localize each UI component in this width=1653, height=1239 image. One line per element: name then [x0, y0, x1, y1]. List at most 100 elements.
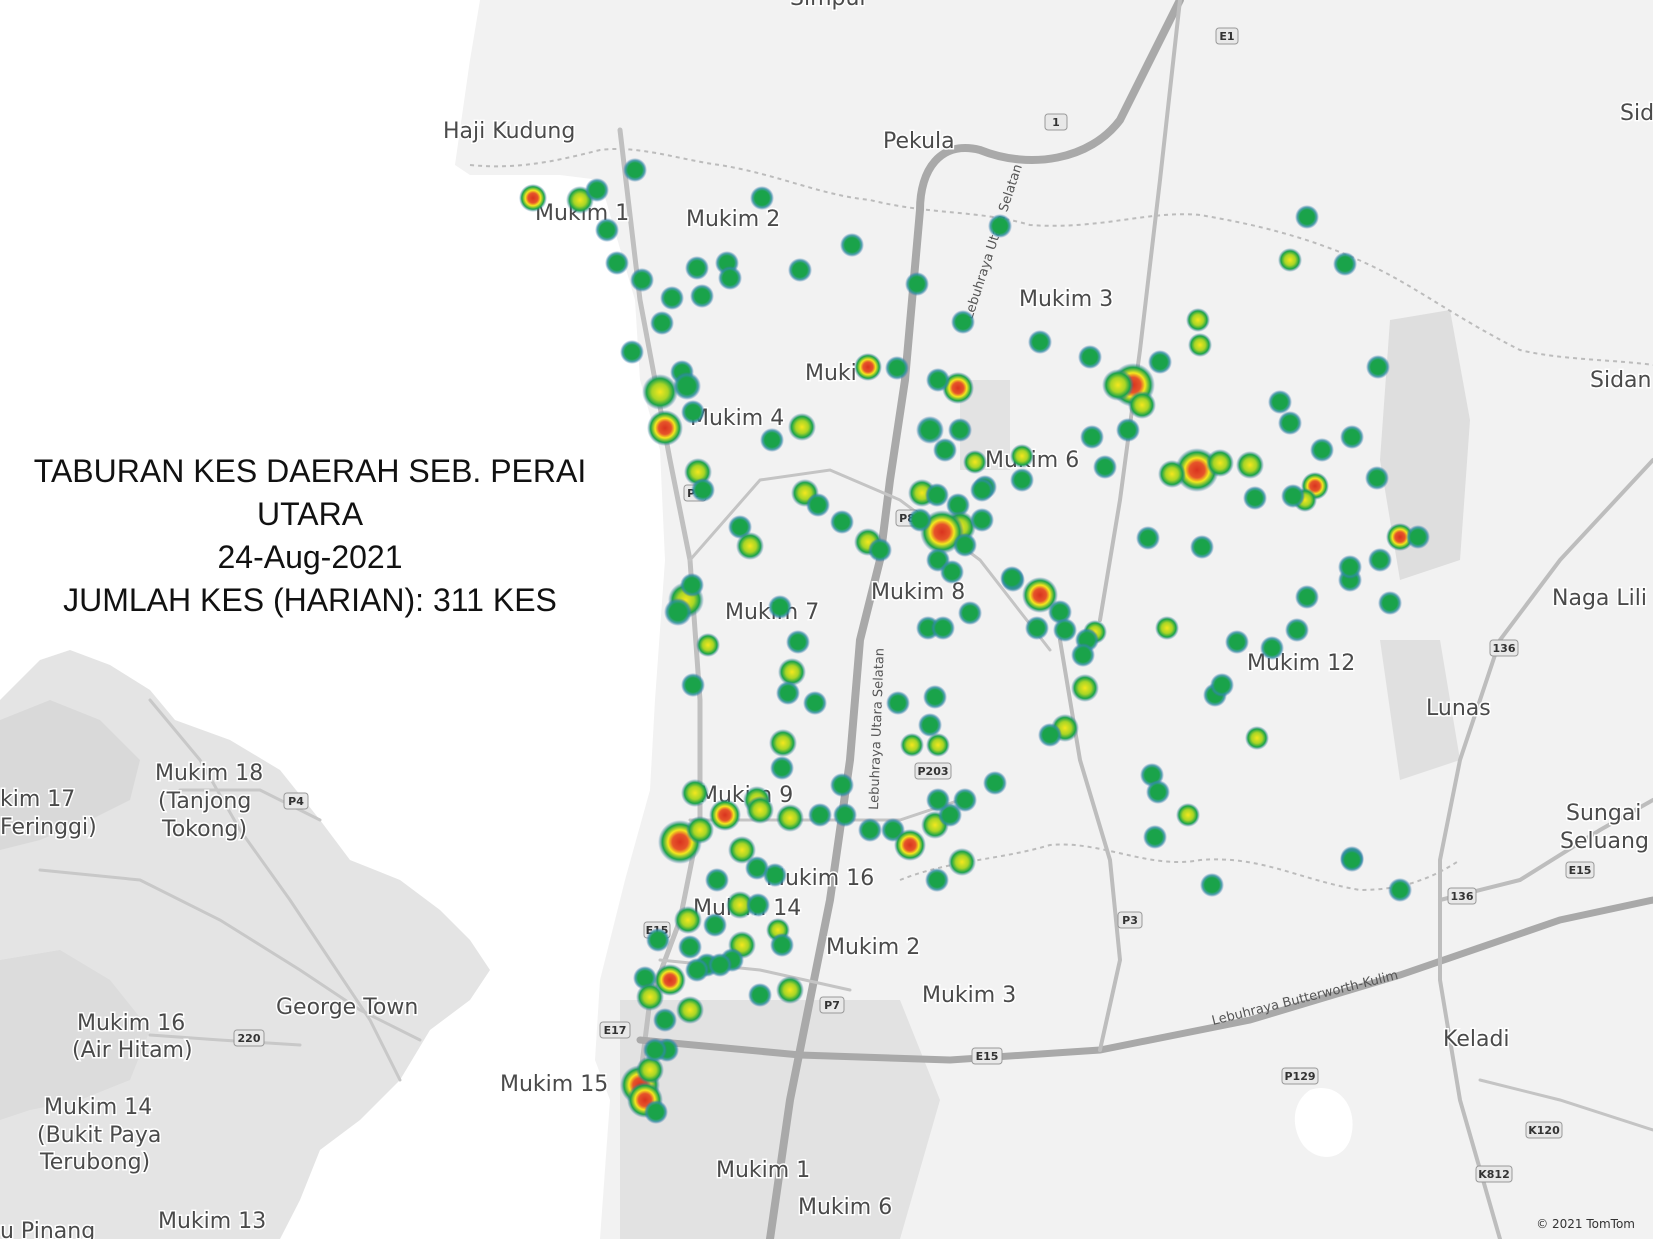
label-u-pinang: u Pinang [0, 1219, 95, 1239]
svg-text:E17: E17 [604, 1024, 627, 1037]
svg-text:P7: P7 [824, 999, 840, 1012]
case-heat-spot [643, 1038, 667, 1062]
case-heat-spot [1268, 390, 1292, 414]
case-heat-spot [894, 829, 926, 861]
case-heat-spot [1278, 248, 1302, 272]
case-heat-spot [718, 266, 742, 290]
label-tanjong: (Tanjong [158, 789, 251, 814]
case-heat-spot [1116, 418, 1140, 442]
case-heat-spot [1366, 355, 1390, 379]
svg-text:P4: P4 [288, 795, 304, 808]
title-line-1: TABURAN KES DAERAH SEB. PERAI [33, 453, 587, 489]
label-pekula: Pekula [883, 129, 955, 154]
shield-e15-east: E15 [1565, 861, 1595, 879]
case-heat-spot [1210, 673, 1234, 697]
title-date: 24-Aug-2021 [217, 539, 403, 575]
label-mukim-14-island: Mukim 14 [44, 1095, 152, 1120]
case-heat-spot [685, 256, 709, 280]
case-heat-spot [1388, 878, 1412, 902]
shield-p4: P4 [283, 792, 309, 810]
case-heat-spot [1186, 308, 1210, 332]
shield-1: 1 [1044, 113, 1068, 131]
case-heat-spot [926, 788, 950, 812]
case-heat-spot [746, 796, 774, 824]
svg-text:P3: P3 [1122, 914, 1138, 927]
case-heat-spot [691, 478, 715, 502]
label-mukim-2-north: Mukim 2 [686, 207, 780, 232]
case-heat-spot [620, 340, 644, 364]
case-heat-spot [1102, 369, 1134, 401]
case-heat-spot [709, 799, 741, 831]
case-heat-spot [673, 372, 701, 400]
label-seluang: Seluang [1560, 829, 1649, 854]
case-heat-spot [926, 368, 950, 392]
shield-136-north: 136 [1489, 639, 1519, 657]
case-heat-spot [970, 478, 994, 502]
case-heat-spot [1260, 636, 1284, 660]
case-heat-spot [854, 353, 882, 381]
case-heat-spot [653, 1008, 677, 1032]
case-heat-spot [1155, 616, 1179, 640]
label-lunas: Lunas [1426, 696, 1491, 721]
case-heat-spot [806, 493, 830, 517]
case-heat-spot [686, 816, 714, 844]
case-heat-spot [664, 598, 692, 626]
case-heat-spot [885, 356, 909, 380]
case-heat-spot [1225, 630, 1249, 654]
case-heat-spot [746, 893, 770, 917]
case-heat-spot [1278, 411, 1302, 435]
svg-text:P203: P203 [917, 765, 948, 778]
case-heat-spot [886, 691, 910, 715]
label-muki: Muki [805, 361, 857, 386]
case-heat-spot [681, 779, 709, 807]
shield-e17: E17 [599, 1021, 631, 1039]
case-heat-spot [1158, 460, 1186, 488]
svg-text:136: 136 [1451, 890, 1474, 903]
shield-p7: P7 [819, 996, 845, 1014]
case-heat-spot [1236, 451, 1264, 479]
case-heat-spot [925, 483, 949, 507]
case-heat-spot [776, 681, 800, 705]
case-heat-spot [1010, 444, 1034, 468]
case-heat-spot [1340, 425, 1364, 449]
case-heat-spot [674, 906, 702, 934]
label-sungai: Sungai [1566, 801, 1641, 826]
case-heat-spot [1071, 643, 1095, 667]
case-heat-spot [1148, 350, 1172, 374]
shield-p203: P203 [914, 762, 952, 780]
case-heat-spot [1281, 484, 1305, 508]
case-heat-spot [970, 508, 994, 532]
case-heat-spot [1010, 468, 1034, 492]
label-mukim-3-south: Mukim 3 [922, 983, 1016, 1008]
case-heat-spot [1025, 616, 1049, 640]
case-heat-spot [1146, 780, 1170, 804]
case-heat-spot [840, 233, 864, 257]
shield-p129: P129 [1281, 1067, 1319, 1085]
case-heat-spot [948, 418, 972, 442]
case-heat-spot [1365, 466, 1389, 490]
case-heat-spot [1028, 330, 1052, 354]
svg-text:E15: E15 [1569, 864, 1592, 877]
case-heat-spot [1378, 591, 1402, 615]
svg-text:E15: E15 [976, 1050, 999, 1063]
label-mukim-1-south: Mukim 1 [716, 1158, 810, 1183]
svg-text:1: 1 [1052, 116, 1060, 129]
case-heat-spot [1136, 526, 1160, 550]
svg-text:K812: K812 [1478, 1168, 1510, 1181]
label-mukim-15-mainland: Mukim 15 [500, 1072, 608, 1097]
label-keladi: Keladi [1443, 1027, 1510, 1052]
map-title-block: TABURAN KES DAERAH SEB. PERAI UTARA 24-A… [10, 450, 610, 622]
case-heat-spot [953, 788, 977, 812]
shield-p3: P3 [1117, 911, 1143, 929]
case-heat-spot [905, 272, 929, 296]
case-heat-spot [750, 186, 774, 210]
label-mukim-13: Mukim 13 [158, 1209, 266, 1234]
case-heat-spot [1368, 548, 1392, 572]
case-heat-spot [1340, 848, 1364, 872]
case-heat-spot [925, 868, 949, 892]
case-heat-spot [1093, 455, 1117, 479]
label-mukim-2-south: Mukim 2 [826, 935, 920, 960]
case-heat-spot [1338, 555, 1362, 579]
label-mukim-6-south: Mukim 6 [798, 1195, 892, 1220]
case-heat-spot [646, 928, 670, 952]
